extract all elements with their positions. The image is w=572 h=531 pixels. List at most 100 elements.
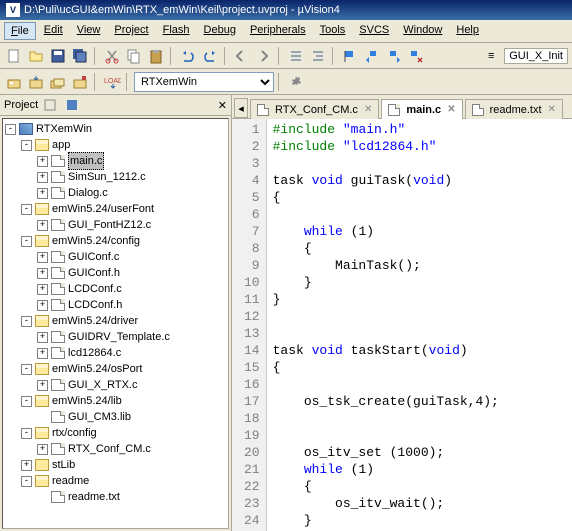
tree-row[interactable]: -emWin5.24/lib [21, 393, 228, 409]
code-line[interactable]: #include "lcd12864.h" [273, 138, 499, 155]
tree-row[interactable]: +LCDConf.h [37, 297, 228, 313]
tab-close-icon[interactable]: ✕ [447, 104, 455, 115]
tree-row[interactable]: -emWin5.24/driver [21, 313, 228, 329]
open-icon[interactable] [26, 46, 46, 66]
options-icon[interactable] [286, 72, 306, 92]
tree-row[interactable]: +LCDConf.c [37, 281, 228, 297]
tree-row[interactable]: -RTXemWin [5, 121, 228, 137]
expander-icon[interactable]: - [21, 476, 32, 487]
code-line[interactable]: } [273, 291, 499, 308]
expander-icon[interactable]: - [21, 316, 32, 327]
tab-close-icon[interactable]: ✕ [364, 104, 372, 115]
panel-close-icon[interactable]: ✕ [218, 99, 227, 112]
code-line[interactable] [273, 308, 499, 325]
rebuild-icon[interactable] [48, 72, 68, 92]
expander-icon[interactable]: + [37, 332, 48, 343]
code-line[interactable]: while (1) [273, 223, 499, 240]
build-icon[interactable] [26, 72, 46, 92]
expander-icon[interactable]: + [37, 380, 48, 391]
tree-row[interactable]: +GUIConf.h [37, 265, 228, 281]
tree-row[interactable]: +RTX_Conf_CM.c [37, 441, 228, 457]
expander-icon[interactable]: - [21, 140, 32, 151]
menu-debug[interactable]: Debug [198, 22, 242, 40]
download-icon[interactable]: LOAD [102, 72, 122, 92]
cut-icon[interactable] [102, 46, 122, 66]
flag-next-icon[interactable] [384, 46, 404, 66]
expander-icon[interactable]: + [37, 252, 48, 263]
tree-row[interactable]: -rtx/config [21, 425, 228, 441]
tree-row[interactable]: +GUIDRV_Template.c [37, 329, 228, 345]
editor-tab[interactable]: readme.txt✕ [465, 99, 563, 119]
tree-row[interactable]: -readme [21, 473, 228, 489]
code-line[interactable]: } [273, 512, 499, 529]
expander-icon[interactable]: - [21, 428, 32, 439]
save-icon[interactable] [48, 46, 68, 66]
menu-help[interactable]: Help [450, 22, 485, 40]
expander-icon[interactable]: + [37, 268, 48, 279]
save-all-icon[interactable] [70, 46, 90, 66]
project-tree[interactable]: -RTXemWin-app+main.c+SimSun_1212.c+Dialo… [2, 118, 229, 529]
indent-icon[interactable] [286, 46, 306, 66]
tree-row[interactable]: +SimSun_1212.c [37, 169, 228, 185]
expander-icon[interactable]: - [5, 124, 16, 135]
menu-window[interactable]: Window [397, 22, 448, 40]
menu-svcs[interactable]: SVCS [353, 22, 395, 40]
tab-scroll-left-icon[interactable]: ◂ [234, 98, 248, 118]
tree-row[interactable]: -emWin5.24/userFont [21, 201, 228, 217]
bookmark-prev-icon[interactable] [232, 46, 252, 66]
menu-tools[interactable]: Tools [314, 22, 352, 40]
code-line[interactable] [273, 325, 499, 342]
expander-icon[interactable]: + [37, 156, 48, 167]
tree-row[interactable]: +stLib [21, 457, 228, 473]
tree-row[interactable]: -app [21, 137, 228, 153]
expander-icon[interactable]: + [37, 172, 48, 183]
code-line[interactable] [273, 427, 499, 444]
code-line[interactable]: { [273, 240, 499, 257]
new-file-icon[interactable] [4, 46, 24, 66]
code-line[interactable]: { [273, 478, 499, 495]
tree-row[interactable]: -emWin5.24/config [21, 233, 228, 249]
expander-icon[interactable]: + [37, 220, 48, 231]
code-line[interactable] [273, 155, 499, 172]
tab-close-icon[interactable]: ✕ [548, 104, 556, 115]
menu-peripherals[interactable]: Peripherals [244, 22, 312, 40]
code-line[interactable]: os_itv_wait(); [273, 495, 499, 512]
menu-file[interactable]: File [4, 22, 36, 40]
code-line[interactable]: { [273, 359, 499, 376]
code-line[interactable]: task void guiTask(void) [273, 172, 499, 189]
flag-icon[interactable] [340, 46, 360, 66]
outdent-icon[interactable] [308, 46, 328, 66]
tree-row[interactable]: +lcd12864.c [37, 345, 228, 361]
code-line[interactable]: MainTask(); [273, 257, 499, 274]
editor-tab[interactable]: main.c✕ [381, 99, 462, 119]
code-line[interactable] [273, 206, 499, 223]
expander-icon[interactable]: - [21, 364, 32, 375]
panel-tab-2-icon[interactable] [64, 97, 80, 113]
editor-tab[interactable]: RTX_Conf_CM.c✕ [250, 99, 379, 119]
menu-edit[interactable]: Edit [38, 22, 69, 40]
expander-icon[interactable]: + [21, 460, 32, 471]
tree-row[interactable]: -emWin5.24/osPort [21, 361, 228, 377]
tree-row[interactable]: +GUI_FontHZ12.c [37, 217, 228, 233]
tree-row[interactable]: +main.c [37, 153, 228, 169]
expander-icon[interactable]: + [37, 188, 48, 199]
expander-icon[interactable]: - [21, 236, 32, 247]
menu-project[interactable]: Project [108, 22, 154, 40]
expander-icon[interactable]: + [37, 300, 48, 311]
code-line[interactable]: } [273, 274, 499, 291]
batch-build-icon[interactable] [70, 72, 90, 92]
expander-icon[interactable]: + [37, 284, 48, 295]
expander-icon[interactable]: + [37, 444, 48, 455]
tree-row[interactable]: +GUIConf.c [37, 249, 228, 265]
target-combo[interactable]: RTXemWin [134, 72, 274, 92]
code-line[interactable]: #include "main.h" [273, 121, 499, 138]
code-line[interactable] [273, 410, 499, 427]
code-line[interactable] [273, 376, 499, 393]
build-target-icon[interactable] [4, 72, 24, 92]
copy-icon[interactable] [124, 46, 144, 66]
code-line[interactable]: { [273, 189, 499, 206]
flag-prev-icon[interactable] [362, 46, 382, 66]
panel-tab-1-icon[interactable] [42, 97, 58, 113]
tree-row[interactable]: GUI_CM3.lib [37, 409, 228, 425]
code-line[interactable]: os_tsk_create(guiTask,4); [273, 393, 499, 410]
